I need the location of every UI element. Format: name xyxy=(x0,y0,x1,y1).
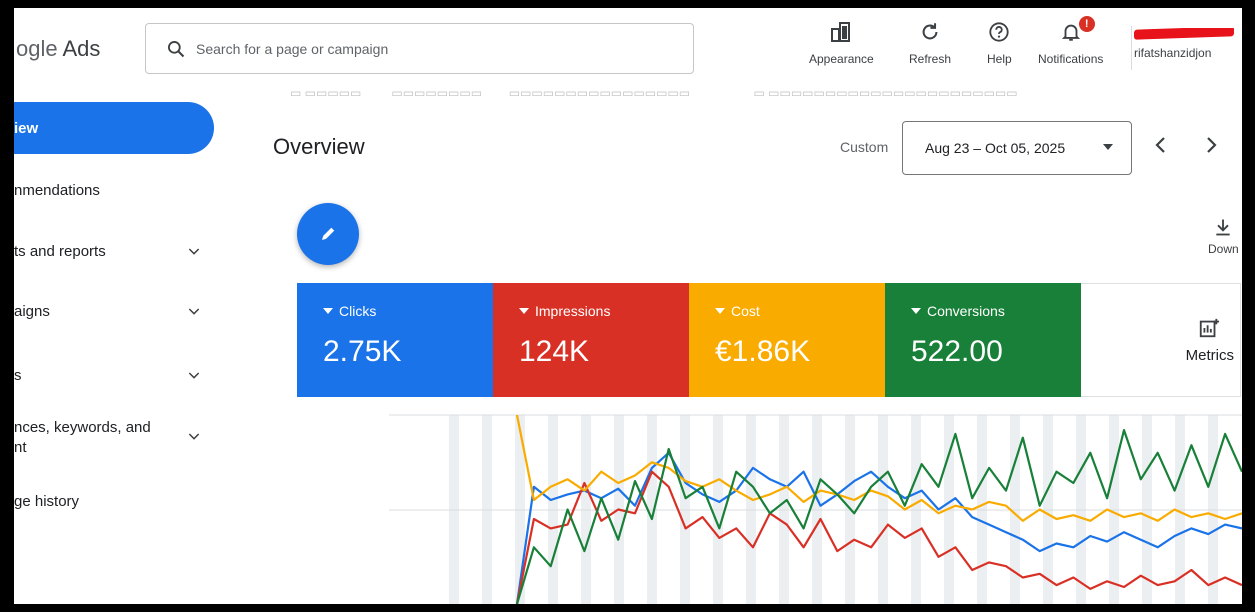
search-box[interactable] xyxy=(145,23,694,74)
previous-period-button[interactable] xyxy=(1152,135,1170,155)
pencil-icon xyxy=(322,227,335,240)
metric-card-impressions[interactable]: Impressions 124K xyxy=(493,283,689,397)
toolbar-divider xyxy=(1131,26,1132,70)
sidebar-item-label: iew xyxy=(14,119,39,137)
metric-cards: Clicks 2.75K Impressions 124K Cost €1.86… xyxy=(297,283,1241,397)
sidebar-item-insights-and-reports[interactable]: ts and reports xyxy=(14,239,214,263)
sidebar-item-label: ts and reports xyxy=(14,242,106,260)
sidebar-item-audiences-keywords-content[interactable]: nces, keywords, and nt xyxy=(14,418,214,462)
sidebar-item-label: s xyxy=(14,366,22,384)
metric-label: Impressions xyxy=(535,303,611,319)
dropdown-arrow-icon xyxy=(715,308,725,314)
chevron-down-icon xyxy=(188,433,200,440)
dropdown-arrow-icon xyxy=(323,308,333,314)
chevron-down-icon xyxy=(188,248,200,255)
metrics-label: Metrics xyxy=(1185,346,1234,364)
sidebar-item-recommendations[interactable]: nmendations xyxy=(14,178,214,202)
google-ads-logo[interactable]: ogle Ads xyxy=(16,36,100,62)
metric-label: Conversions xyxy=(927,303,1005,319)
sidebar-item-label: nces, keywords, and xyxy=(14,419,151,436)
sidebar: iew nmendations ts and reports aigns s n… xyxy=(14,88,246,604)
dropdown-arrow-icon xyxy=(519,308,529,314)
ads-window: ogle Ads Appearance Refresh Help ! Notif… xyxy=(14,8,1242,604)
help-button[interactable]: Help xyxy=(987,20,1012,66)
sidebar-item-label: nmendations xyxy=(14,181,100,199)
notifications-label: Notifications xyxy=(1038,52,1104,66)
metric-value: €1.86K xyxy=(715,335,811,368)
download-button[interactable]: Down xyxy=(1208,216,1239,256)
metric-card-clicks[interactable]: Clicks 2.75K xyxy=(297,283,493,397)
brand-prefix: ogle xyxy=(16,36,58,61)
next-period-button[interactable] xyxy=(1202,135,1220,155)
download-label: Down xyxy=(1208,242,1239,256)
download-icon xyxy=(1216,219,1231,236)
performance-chart xyxy=(389,414,1242,604)
refresh-button[interactable]: Refresh xyxy=(909,20,951,66)
redaction-mark xyxy=(1134,28,1234,40)
date-range-picker[interactable]: Aug 23 – Oct 05, 2025 xyxy=(902,121,1132,175)
search-input[interactable] xyxy=(194,39,658,58)
help-icon xyxy=(989,22,1009,42)
date-range-type-label: Custom xyxy=(840,139,889,155)
metric-card-cost[interactable]: Cost €1.86K xyxy=(689,283,885,397)
top-bar: ogle Ads Appearance Refresh Help ! Notif… xyxy=(14,8,1242,88)
dropdown-arrow-icon xyxy=(911,308,921,314)
refresh-icon xyxy=(922,23,938,40)
page-title: Overview xyxy=(273,134,365,159)
notifications-button[interactable]: ! Notifications xyxy=(1038,16,1104,66)
help-label: Help xyxy=(987,52,1012,66)
sidebar-item-label-line2: nt xyxy=(14,439,27,456)
metrics-button[interactable]: Metrics xyxy=(1081,283,1241,397)
edit-button[interactable] xyxy=(297,203,359,265)
sidebar-item-assets[interactable]: s xyxy=(14,363,214,387)
brand-suffix: Ads xyxy=(62,36,101,61)
metric-label: Clicks xyxy=(339,303,377,319)
refresh-label: Refresh xyxy=(909,52,952,66)
chevron-down-icon xyxy=(188,308,200,315)
appearance-icon xyxy=(831,22,851,42)
sidebar-item-campaigns[interactable]: aigns xyxy=(14,299,214,323)
metric-label: Cost xyxy=(731,303,760,319)
sidebar-item-label: aigns xyxy=(14,302,50,320)
sidebar-item-overview[interactable]: iew xyxy=(14,102,214,154)
metric-value: 124K xyxy=(519,335,590,368)
add-chart-icon xyxy=(1199,318,1220,337)
account-menu[interactable]: rifatshanzidjon xyxy=(1134,28,1242,60)
metric-value: 2.75K xyxy=(323,335,402,368)
metric-value: 522.00 xyxy=(911,335,1003,368)
sidebar-item-label: ge history xyxy=(14,492,80,510)
appearance-button[interactable]: Appearance xyxy=(809,20,874,66)
chevron-down-icon xyxy=(188,372,200,379)
appearance-label: Appearance xyxy=(809,52,874,66)
cropped-campaign-info-row: ▭ ▭▭▭▭▭ ▭▭▭▭▭▭▭▭ ▭▭▭▭▭▭▭▭▭▭▭▭▭▭▭▭ ▭ ▭▭▭▭… xyxy=(290,88,1018,96)
metric-card-conversions[interactable]: Conversions 522.00 xyxy=(885,283,1081,397)
dropdown-arrow-icon xyxy=(1103,144,1113,150)
sidebar-item-change-history[interactable]: ge history xyxy=(14,489,214,513)
account-username: rifatshanzidjon xyxy=(1134,46,1212,60)
date-range-value: Aug 23 – Oct 05, 2025 xyxy=(925,140,1066,156)
search-icon xyxy=(168,40,185,57)
notification-badge: ! xyxy=(1078,16,1095,32)
